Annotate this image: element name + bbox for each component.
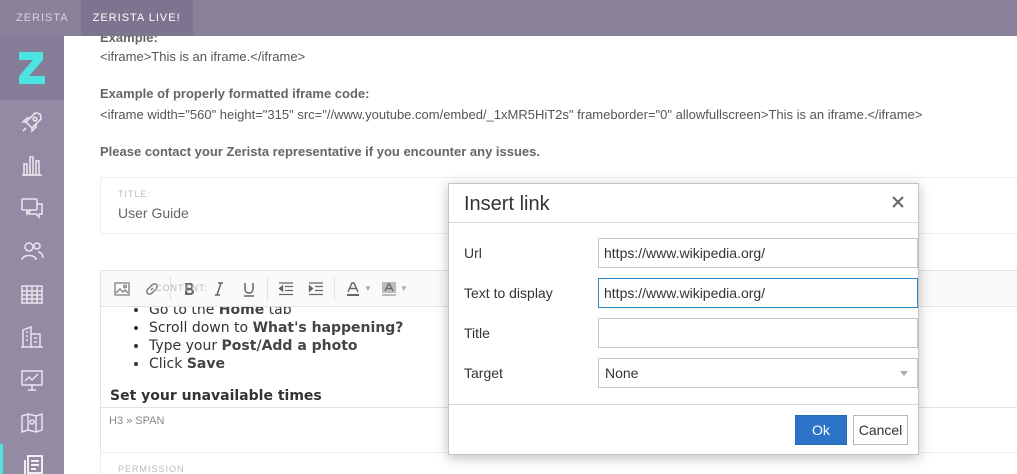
rocket-icon: [21, 111, 42, 133]
image-icon: [114, 281, 130, 296]
italic-button[interactable]: [204, 275, 234, 303]
list-item: Scroll down to What's happening?: [149, 319, 403, 337]
building-icon: [21, 325, 43, 348]
title-field-label: TITLE:: [118, 189, 152, 199]
underline-icon: [244, 282, 254, 297]
text-to-display-label: Text to display: [464, 285, 553, 301]
text-to-display-input[interactable]: [598, 278, 918, 308]
underline-button[interactable]: [234, 275, 264, 303]
italic-icon: [215, 281, 223, 296]
target-select-value: None: [605, 365, 639, 381]
dialog-footer: Ok Cancel: [449, 404, 918, 454]
sidebar-item-messages[interactable]: [0, 186, 64, 229]
outdent-button[interactable]: [271, 275, 301, 303]
zerista-logo[interactable]: [0, 36, 64, 100]
insert-image-button[interactable]: [107, 275, 137, 303]
sidebar-item-venues[interactable]: [0, 315, 64, 358]
sidebar: [0, 36, 64, 474]
contact-note: Please contact your Zerista representati…: [100, 144, 541, 159]
sidebar-item-documents[interactable]: [0, 444, 64, 474]
sidebar-item-launch[interactable]: [0, 100, 64, 143]
background-color-icon: [381, 281, 396, 296]
target-select[interactable]: None: [598, 358, 918, 388]
url-input[interactable]: [598, 238, 918, 268]
indent-icon: [308, 281, 323, 295]
sidebar-item-maps[interactable]: [0, 401, 64, 444]
title-row: Title: [464, 318, 918, 348]
formatted-code: <iframe width="560" height="315" src="//…: [100, 107, 923, 122]
cancel-button[interactable]: Cancel: [853, 415, 908, 445]
text-color-icon: [347, 281, 359, 296]
target-label: Target: [464, 365, 503, 381]
people-icon: [21, 241, 44, 260]
tab-zerista-live[interactable]: ZERISTA LIVE!: [80, 0, 193, 36]
content-field-label: CONTENT:: [155, 283, 208, 293]
sidebar-item-analytics[interactable]: [0, 143, 64, 186]
formatted-label: Example of properly formatted iframe cod…: [100, 86, 370, 101]
example-code: <iframe>This is an iframe.</iframe>: [100, 49, 306, 64]
title-input[interactable]: [598, 318, 918, 348]
documents-icon: [23, 454, 43, 474]
toolbar-divider: [267, 276, 268, 301]
zerista-logo-icon: [19, 52, 45, 84]
sidebar-item-people[interactable]: [0, 229, 64, 272]
text-color-caret-icon[interactable]: ▼: [364, 284, 372, 293]
url-label: Url: [464, 245, 482, 261]
list-item: Type your Post/Add a photo: [149, 337, 403, 355]
indent-button[interactable]: [301, 275, 331, 303]
tab-zerista[interactable]: ZERISTA: [0, 0, 81, 36]
ok-button[interactable]: Ok: [795, 415, 847, 445]
toolbar-divider: [334, 276, 335, 301]
bar-chart-icon: [22, 155, 42, 176]
url-row: Url: [464, 238, 918, 268]
text-to-display-row: Text to display: [464, 278, 918, 308]
sidebar-item-schedule[interactable]: [0, 272, 64, 315]
dialog-header: Insert link: [449, 184, 918, 223]
sidebar-item-presentations[interactable]: [0, 358, 64, 401]
close-icon[interactable]: [890, 194, 906, 210]
outdent-icon: [278, 281, 293, 295]
list-item: Go to the Home tab: [149, 307, 403, 319]
map-icon: [21, 412, 43, 433]
chevron-down-icon: [900, 371, 908, 376]
calendar-grid-icon: [21, 284, 43, 304]
dialog-title: Insert link: [464, 193, 550, 215]
insert-link-dialog: Insert link Url Text to display Title Ta…: [448, 183, 919, 455]
permission-field-label: PERMISSION: [118, 464, 185, 474]
chat-icon: [21, 197, 43, 219]
title-field-value[interactable]: User Guide: [118, 205, 189, 221]
title-label: Title: [464, 325, 490, 341]
permission-card[interactable]: PERMISSION: [100, 452, 1017, 474]
top-bar: ZERISTA ZERISTA LIVE!: [0, 0, 1017, 36]
example-label: Example:: [100, 36, 158, 45]
instruction-list: Go to the Home tab Scroll down to What's…: [149, 307, 403, 373]
presentation-icon: [21, 369, 43, 391]
background-color-caret-icon[interactable]: ▼: [400, 284, 408, 293]
section-heading: Set your unavailable times: [110, 388, 322, 404]
target-row: Target None: [464, 358, 918, 388]
list-item: Click Save: [149, 355, 403, 373]
